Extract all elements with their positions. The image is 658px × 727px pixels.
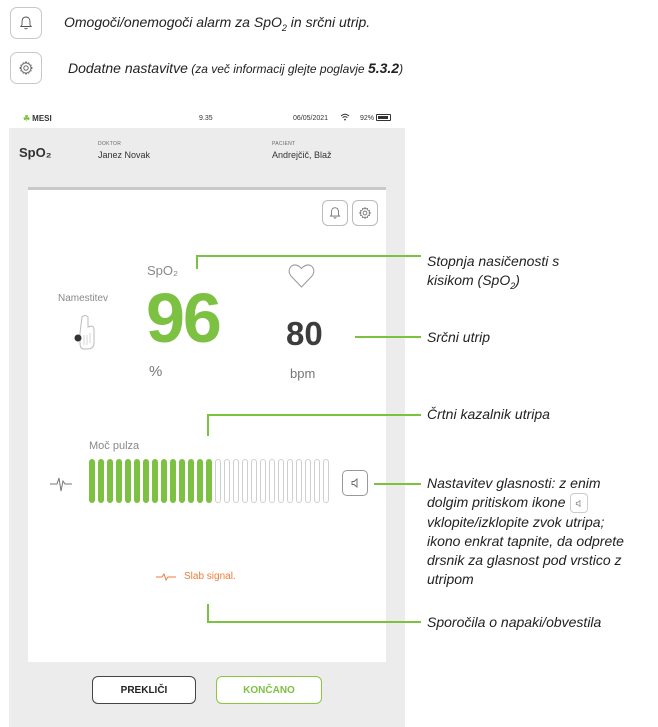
volume-button[interactable] bbox=[342, 470, 368, 496]
signal-message: Slab signal. bbox=[156, 571, 236, 582]
placement-label: Namestitev bbox=[58, 293, 109, 304]
callout-line-errors bbox=[207, 621, 421, 623]
callout-line-heart-rate bbox=[355, 336, 421, 338]
callout-errors: Sporočila o napaki/obvestila bbox=[427, 614, 602, 630]
callout-pulse-bar: Črtni kazalnik utripa bbox=[427, 406, 550, 422]
callout-line-errors-drop bbox=[207, 604, 209, 622]
gear-icon bbox=[10, 52, 42, 84]
pulse-bar-inactive bbox=[224, 459, 230, 503]
legend-settings-row: Dodatne nastavitve (za več informacij gl… bbox=[10, 52, 403, 84]
pulse-strength-label: Moč pulza bbox=[89, 440, 140, 452]
pulse-bar-inactive bbox=[215, 459, 221, 503]
speaker-icon bbox=[569, 493, 588, 514]
callout-spo2: Stopnja nasičenosti s kisikom (SpO2) bbox=[427, 253, 560, 291]
pulse-bar-active bbox=[170, 459, 176, 503]
battery-icon bbox=[376, 114, 391, 121]
doctor-label: DOKTOR bbox=[98, 141, 122, 147]
pulse-wave-icon bbox=[50, 477, 72, 492]
battery-percent: 92% bbox=[360, 114, 375, 122]
pulse-bar-inactive bbox=[296, 459, 302, 503]
gear-icon bbox=[358, 206, 372, 220]
callout-line-pulse-bar bbox=[207, 414, 421, 416]
patient-label: PACIENT bbox=[272, 141, 296, 147]
done-button[interactable]: KONČANO bbox=[216, 676, 322, 704]
pulse-bar-inactive bbox=[287, 459, 293, 503]
callout-line-spo2 bbox=[196, 255, 421, 257]
status-time: 9.35 bbox=[199, 114, 213, 122]
callout-volume: Nastavitev glasnosti: z enim dolgim prit… bbox=[427, 475, 624, 588]
heart-rate-unit: bpm bbox=[290, 366, 316, 381]
legend-settings-text: Dodatne nastavitve (za več informacij gl… bbox=[68, 60, 404, 76]
pulse-bar-active bbox=[89, 459, 95, 503]
pulse-bar-inactive bbox=[269, 459, 275, 503]
signal-message-text: Slab signal. bbox=[184, 571, 236, 582]
pulse-bar-active bbox=[116, 459, 122, 503]
weak-signal-icon bbox=[156, 572, 176, 581]
spo2-value: 96 bbox=[146, 279, 222, 357]
heart-icon bbox=[288, 264, 315, 288]
settings-button[interactable] bbox=[352, 200, 378, 226]
patient-name: Andrejčič, Blaž bbox=[272, 150, 332, 160]
bell-icon bbox=[10, 7, 42, 39]
alarm-button[interactable] bbox=[322, 200, 348, 226]
pulse-bar-active bbox=[125, 459, 131, 503]
callout-line-volume bbox=[374, 483, 421, 485]
pulse-bar-active bbox=[143, 459, 149, 503]
callout-heart-rate: Srčni utrip bbox=[427, 329, 491, 345]
pulse-bar-active bbox=[107, 459, 113, 503]
pulse-bar-inactive bbox=[305, 459, 311, 503]
legend-alarm-text: Omogoči/onemogoči alarm za SpO2 in srčni… bbox=[64, 13, 371, 33]
pulse-bar-inactive bbox=[242, 459, 248, 503]
pulse-bar-active bbox=[197, 459, 203, 503]
status-date: 06/05/2021 bbox=[293, 114, 329, 122]
legend-alarm-row: Omogoči/onemogoči alarm za SpO2 in srčni… bbox=[10, 7, 370, 39]
hand-icon bbox=[74, 315, 95, 350]
pulse-bar-active bbox=[188, 459, 194, 503]
pulse-bar-active bbox=[98, 459, 104, 503]
speaker-icon bbox=[351, 478, 358, 488]
doctor-name: Janez Novak bbox=[98, 150, 151, 160]
pulse-bar-inactive bbox=[323, 459, 329, 503]
wifi-icon bbox=[340, 113, 350, 123]
spo2-unit: % bbox=[149, 363, 163, 380]
callout-line-spo2-drop bbox=[196, 255, 198, 269]
page-title: SpO₂ bbox=[19, 145, 52, 160]
heart-rate-value: 80 bbox=[286, 315, 323, 352]
pulse-bar-inactive bbox=[251, 459, 257, 503]
pulse-bar-active bbox=[206, 459, 212, 503]
pulse-bar-inactive bbox=[278, 459, 284, 503]
pulse-bar-active bbox=[161, 459, 167, 503]
brand-logo: ☘ MESI bbox=[23, 113, 52, 123]
pulse-bar-active bbox=[152, 459, 158, 503]
status-bar: ☘ MESI 9.35 06/05/2021 92% bbox=[9, 108, 405, 128]
callout-line-pulse-bar-drop bbox=[207, 414, 209, 436]
bell-icon bbox=[329, 207, 341, 219]
pulse-bar-inactive bbox=[260, 459, 266, 503]
spo2-label: SpO₂ bbox=[147, 263, 179, 278]
pulse-bar-inactive bbox=[233, 459, 239, 503]
pulse-bar-inactive bbox=[314, 459, 320, 503]
cancel-button[interactable]: PREKLIČI bbox=[92, 676, 196, 704]
pulse-bar-active bbox=[179, 459, 185, 503]
pulse-bar-active bbox=[134, 459, 140, 503]
